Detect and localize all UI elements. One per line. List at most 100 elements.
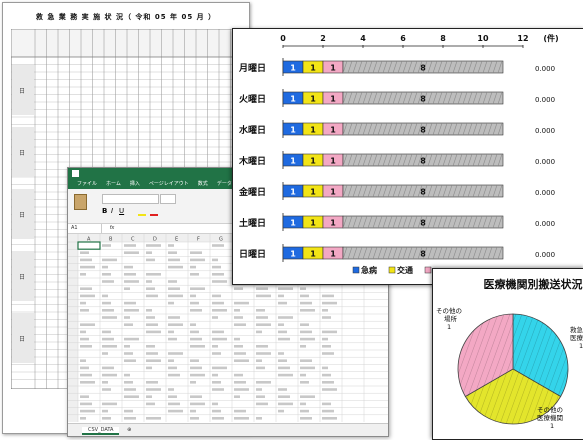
pie-label-value: 1 xyxy=(579,342,583,350)
data-label: 1 xyxy=(330,126,336,135)
font-name-dropdown[interactable] xyxy=(102,194,159,204)
x-tick-label: 8 xyxy=(440,34,446,43)
font-color-icon[interactable] xyxy=(150,207,158,216)
paste-icon[interactable] xyxy=(74,194,87,210)
column-header: D xyxy=(153,237,157,243)
ribbon-tab[interactable]: データ xyxy=(217,181,232,187)
cell-content-blur xyxy=(212,366,227,370)
cell-content-blur xyxy=(212,258,218,262)
cell-content-blur xyxy=(102,388,111,391)
font-size-dropdown[interactable] xyxy=(160,194,176,204)
data-label: 1 xyxy=(310,95,316,104)
sheet-tab-bar[interactable]: CSV_DATA ⊕ xyxy=(68,423,388,436)
cell-content-blur xyxy=(234,359,249,362)
data-label: 8 xyxy=(420,219,426,228)
cell-content-blur xyxy=(278,323,284,326)
cell-content-blur xyxy=(278,366,290,370)
cell-content-blur xyxy=(234,381,246,384)
cell-content-blur xyxy=(256,323,271,326)
cell-content-blur xyxy=(124,265,133,269)
form-header-band xyxy=(11,29,241,58)
cell-content-blur xyxy=(322,352,334,355)
cell-content-blur xyxy=(124,388,136,391)
sheet-tab-csv-data[interactable]: CSV_DATA xyxy=(82,427,120,435)
pie-hatch xyxy=(433,314,456,424)
cell-content-blur xyxy=(234,388,249,391)
cell-content-blur xyxy=(300,373,306,377)
cell-content-blur xyxy=(124,373,130,377)
selected-cell xyxy=(77,241,101,250)
cell-content-blur xyxy=(80,402,92,406)
fill-color-icon[interactable] xyxy=(138,207,146,216)
cell-content-blur xyxy=(256,417,262,420)
cell-content-blur xyxy=(168,409,183,413)
cell-content-blur xyxy=(102,301,111,305)
cell-content-blur xyxy=(212,402,218,406)
cell-content-blur xyxy=(322,301,337,305)
underline-button[interactable]: U xyxy=(119,207,124,215)
cell-content-blur xyxy=(278,373,293,377)
cell-content-blur xyxy=(212,265,221,269)
cell-content-blur xyxy=(102,273,111,276)
cell-content-blur xyxy=(190,345,205,348)
cell-content-blur xyxy=(146,388,161,391)
cell-content-blur xyxy=(212,337,227,341)
cell-content-blur xyxy=(80,381,95,384)
cell-content-blur xyxy=(322,373,331,377)
italic-button[interactable]: I xyxy=(111,207,113,215)
cell-content-blur xyxy=(278,294,284,298)
cell-content-blur xyxy=(80,359,86,362)
cell-content-blur xyxy=(300,359,312,362)
data-label: 8 xyxy=(420,64,426,73)
name-box[interactable]: A1 xyxy=(68,224,102,233)
cell-content-blur xyxy=(102,265,108,269)
cell-content-blur xyxy=(322,388,337,391)
cell-content-blur xyxy=(300,366,315,370)
cell-content-blur xyxy=(212,316,218,319)
cell-content-blur xyxy=(146,294,158,298)
form-section-label: 日 xyxy=(19,212,25,219)
cell-content-blur xyxy=(102,309,114,312)
form-section-label: 日 xyxy=(19,150,25,157)
cell-content-blur xyxy=(80,330,86,334)
cell-content-blur xyxy=(212,309,227,312)
right-value-label: 0.000 xyxy=(535,65,555,73)
pie-label-text: 医療機 xyxy=(570,333,583,342)
x-tick-label: 12 xyxy=(517,34,528,43)
cell-content-blur xyxy=(322,409,334,413)
cell-content-blur xyxy=(256,402,268,406)
cell-content-blur xyxy=(80,309,89,312)
cell-content-blur xyxy=(102,402,117,406)
cell-content-blur xyxy=(80,265,95,269)
cell-content-blur xyxy=(146,359,161,362)
ribbon-tab[interactable]: 挿入 xyxy=(130,181,140,187)
cell-content-blur xyxy=(322,366,328,370)
category-label: 月曜日 xyxy=(238,63,266,74)
add-sheet-icon[interactable]: ⊕ xyxy=(127,427,131,433)
cell-content-blur xyxy=(300,402,306,406)
cell-content-blur xyxy=(80,337,89,341)
weekday-bar-chart: 0 2 4 6 8 10 12 (件) 月曜日 1 1 1 8 0.000 火曜日 1 1 1 8 0.000 水曜日 1… xyxy=(238,33,559,275)
cell-content-blur xyxy=(168,359,174,362)
cell-content-blur xyxy=(190,395,202,398)
cell-content-blur xyxy=(124,309,139,312)
ribbon-tab[interactable]: ページレイアウト xyxy=(149,181,189,187)
ribbon-tab[interactable]: ファイル xyxy=(77,181,97,187)
cell-content-blur xyxy=(278,402,293,406)
ribbon-tab[interactable]: 数式 xyxy=(198,181,208,187)
cell-content-blur xyxy=(322,381,334,384)
cell-content-blur xyxy=(322,309,328,312)
data-label: 1 xyxy=(290,250,296,259)
fx-icon[interactable]: fx xyxy=(110,225,115,231)
bold-button[interactable]: B xyxy=(102,207,107,215)
ribbon-tab[interactable]: ホーム xyxy=(106,181,121,187)
cell-content-blur xyxy=(146,258,155,262)
cell-content-blur xyxy=(212,381,221,384)
cell-content-blur xyxy=(124,359,136,362)
cell-content-blur xyxy=(102,373,117,377)
cell-content-blur xyxy=(234,352,246,355)
data-label: 1 xyxy=(330,250,336,259)
cell-content-blur xyxy=(256,316,268,319)
cell-content-blur xyxy=(190,417,199,420)
category-label: 金曜日 xyxy=(238,186,266,198)
